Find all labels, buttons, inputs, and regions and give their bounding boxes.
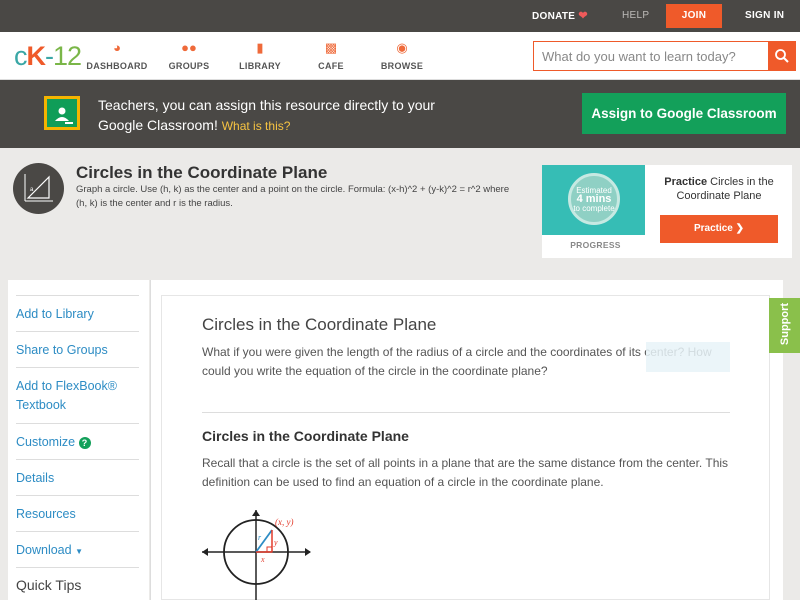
practice-title: Practice Circles in the Coordinate Plane — [652, 175, 786, 203]
library-icon: ▮ — [256, 40, 264, 55]
chat-bubble-icon: ▩ — [324, 40, 338, 55]
sidebar-item-label: Customize — [16, 435, 76, 449]
concept-title: Circles in the Coordinate Plane — [76, 163, 328, 182]
to-complete-label: to complete — [573, 204, 615, 213]
donate-link[interactable]: DONATE ❤ — [532, 0, 588, 32]
lightbulb-icon: ◉ — [396, 40, 408, 55]
nav-groups[interactable]: ●● GROUPS — [154, 40, 224, 71]
x-label: x — [260, 555, 265, 564]
classroom-message: Teachers, you can assign this resource d… — [98, 95, 458, 136]
progress-label: PROGRESS — [570, 240, 621, 250]
content-heading: Circles in the Coordinate Plane — [202, 315, 437, 334]
circle-graph: (x, y) r y x — [202, 510, 311, 600]
heart-icon: ❤ — [578, 10, 588, 22]
help-link[interactable]: HELP — [622, 0, 649, 32]
sidebar-item-label: Download — [16, 543, 72, 557]
logo-number: 12 — [53, 41, 82, 71]
nav-dashboard-label: DASHBOARD — [86, 61, 148, 71]
sidebar-item-label: Textbook — [16, 398, 67, 412]
sidebar-item-label: Add to Library — [16, 307, 94, 321]
join-button[interactable]: JOIN — [666, 4, 722, 28]
nav-cafe-label: CAFE — [318, 61, 344, 71]
sidebar-item-resources[interactable]: Resources — [16, 496, 139, 532]
help-icon[interactable]: ? — [78, 437, 91, 449]
search-icon — [775, 49, 789, 63]
progress-image: Estimated 4 mins to complete — [542, 165, 645, 235]
geometry-icon: a — [13, 163, 64, 214]
logo-k: K — [26, 41, 46, 71]
search-box — [533, 41, 796, 71]
concept-description: Graph a circle. Use (h, k) as the center… — [76, 184, 510, 209]
sidebar-item-label: Add to FlexBook® — [16, 379, 117, 393]
support-label: Support — [779, 302, 791, 346]
nav-cafe[interactable]: ▩ CAFE — [296, 40, 366, 71]
nav-library[interactable]: ▮ LIBRARY — [225, 40, 295, 71]
chevron-right-icon: ❯ — [735, 223, 745, 234]
sidebar-item-customize[interactable]: Customize ? — [16, 424, 139, 460]
practice-button-label: Practice — [693, 223, 733, 234]
nav-dashboard[interactable]: ◕ DASHBOARD — [82, 40, 152, 71]
sidebar-item-label: Details — [16, 471, 55, 485]
nav-browse[interactable]: ◉ BROWSE — [367, 40, 437, 71]
floating-toolbar[interactable] — [646, 342, 730, 372]
donate-label: DONATE — [532, 11, 576, 22]
point-label: (x, y) — [275, 517, 293, 527]
radius-label: r — [258, 533, 262, 542]
nav-library-label: LIBRARY — [239, 61, 281, 71]
practice-title-bold: Practice — [664, 176, 708, 188]
nav-browse-label: BROWSE — [380, 61, 424, 71]
content-divider — [202, 412, 730, 413]
sidebar-item-add-to-flexbook[interactable]: Add to FlexBook® Textbook — [16, 368, 139, 424]
y-axis-arrow — [252, 510, 260, 516]
x-axis-arrow-left — [202, 548, 208, 556]
y-label: y — [273, 538, 278, 547]
section-heading: Circles in the Coordinate Plane — [202, 428, 409, 444]
sidebar-item-details[interactable]: Details — [16, 460, 139, 496]
google-classroom-icon — [44, 96, 80, 130]
estimated-time-badge: Estimated 4 mins to complete — [568, 173, 620, 225]
dashboard-icon: ◕ — [113, 40, 121, 55]
logo-dash: - — [45, 41, 54, 71]
sidebar-item-share-to-groups[interactable]: Share to Groups — [16, 332, 139, 368]
support-tab[interactable]: Support — [769, 298, 800, 353]
sidebar-item-add-to-library[interactable]: Add to Library — [16, 295, 139, 332]
practice-card: Estimated 4 mins to complete PROGRESS Pr… — [542, 165, 792, 258]
sidebar-item-label: Resources — [16, 507, 76, 521]
sidebar-item-download[interactable]: Download ▼ — [16, 532, 139, 568]
quick-tips-heading: Quick Tips — [16, 577, 82, 593]
sign-in-link[interactable]: SIGN IN — [745, 0, 784, 32]
groups-icon: ●● — [181, 40, 197, 55]
practice-button[interactable]: Practice ❯ — [660, 215, 778, 243]
search-input[interactable] — [534, 42, 770, 70]
section-text: Recall that a circle is the set of all p… — [202, 456, 729, 489]
what-is-this-link[interactable]: What is this? — [222, 119, 291, 133]
sidebar: Add to Library Share to Groups Add to Fl… — [8, 280, 149, 600]
sidebar-item-label: Share to Groups — [16, 343, 108, 357]
caret-down-icon: ▼ — [75, 547, 83, 556]
search-button[interactable] — [768, 42, 795, 70]
logo-c: c — [14, 41, 27, 71]
nav-groups-label: GROUPS — [168, 61, 210, 71]
x-axis-arrow-right — [305, 548, 311, 556]
top-bar: DONATE ❤ HELP JOIN SIGN IN — [0, 0, 800, 32]
ck12-logo[interactable]: cK-12 — [14, 41, 82, 72]
assign-google-classroom-button[interactable]: Assign to Google Classroom — [582, 93, 786, 134]
